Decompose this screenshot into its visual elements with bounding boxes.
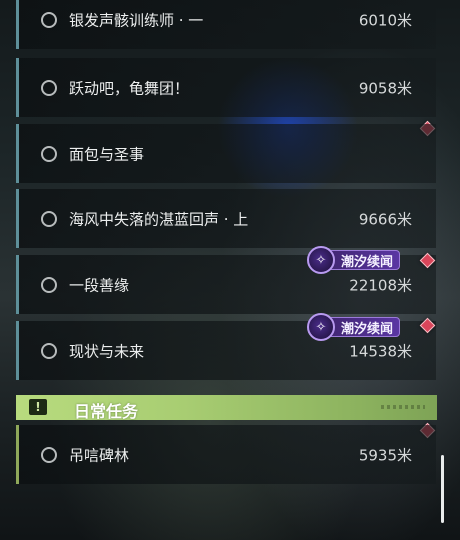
- quest-distance: 22108米: [349, 276, 412, 294]
- quest-item[interactable]: 跃动吧，龟舞团！ 9058米: [16, 58, 436, 117]
- quest-title: 跃动吧，龟舞团！: [69, 79, 190, 97]
- scrollbar-thumb[interactable]: [441, 455, 444, 523]
- quest-distance: 14538米: [349, 342, 412, 360]
- tag-label: 潮汐续闻: [341, 321, 394, 337]
- quest-distance: 5935米: [358, 446, 412, 464]
- quest-title: 银发声骸训练师 · 一: [69, 11, 204, 29]
- quest-item[interactable]: 吊唁碑林 5935米: [16, 425, 436, 484]
- quest-status-circle-icon: [41, 79, 57, 96]
- quest-item[interactable]: 面包与圣事: [16, 124, 436, 183]
- tidal-tale-tag: ✧ 潮汐续闻: [307, 313, 401, 341]
- quest-title: 一段善缘: [69, 276, 130, 294]
- quest-item[interactable]: 银发声骸训练师 · 一 6010米: [16, 0, 436, 49]
- quest-distance: 9666米: [358, 210, 412, 228]
- quest-title: 吊唁碑林: [69, 446, 130, 464]
- quest-status-circle-icon: [41, 276, 57, 293]
- daily-quests-header[interactable]: ! 日常任务: [16, 395, 437, 421]
- tidal-tale-badge-icon: ✧: [307, 313, 335, 341]
- quest-item[interactable]: 海风中失落的湛蓝回声 · 上 9666米: [16, 189, 436, 248]
- quest-status-circle-icon: [41, 210, 57, 227]
- exclamation-icon: !: [29, 399, 47, 415]
- quest-title: 面包与圣事: [69, 145, 145, 163]
- tidal-tale-badge-icon: ✧: [307, 246, 335, 274]
- quest-status-circle-icon: [41, 11, 57, 28]
- quest-distance: 6010米: [358, 11, 412, 29]
- quest-status-circle-icon: [41, 446, 57, 463]
- quest-status-circle-icon: [41, 342, 57, 359]
- section-title: 日常任务: [74, 402, 139, 421]
- header-decoration: [381, 405, 425, 409]
- quest-title: 现状与未来: [69, 342, 145, 360]
- tidal-tale-tag: ✧ 潮汐续闻: [307, 246, 401, 274]
- quest-distance: 9058米: [358, 79, 412, 97]
- tag-label: 潮汐续闻: [341, 254, 394, 270]
- quest-status-circle-icon: [41, 145, 57, 162]
- quest-title: 海风中失落的湛蓝回声 · 上: [69, 210, 249, 228]
